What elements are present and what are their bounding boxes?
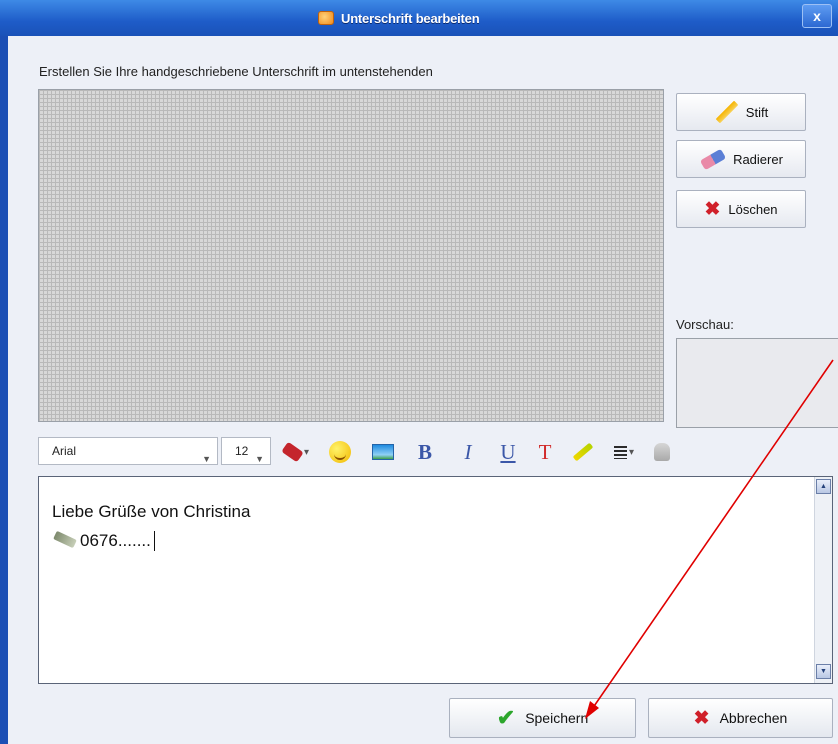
preview-label: Vorschau:	[676, 317, 734, 332]
close-button[interactable]: x	[802, 4, 832, 28]
clear-label: Löschen	[728, 201, 778, 217]
scroll-down-icon[interactable]: ▼	[816, 664, 831, 679]
insert-image-icon[interactable]	[371, 442, 395, 462]
phone-number-text: 0676.......	[80, 531, 151, 550]
preview-box	[676, 338, 838, 428]
save-label: Speichern	[525, 710, 589, 726]
align-icon[interactable]: ▾	[610, 442, 638, 462]
editor-line-1: Liebe Grüße von Christina	[52, 502, 251, 521]
clear-button[interactable]: ✖ Löschen	[676, 190, 806, 228]
chevron-down-icon: ▼	[255, 454, 264, 464]
editor-scrollbar[interactable]: ▲ ▼	[814, 477, 832, 683]
text-caret	[153, 531, 155, 551]
title-bar: Unterschrift bearbeiten x	[0, 0, 838, 36]
format-toolbar: Arial ▼ 12 ▼ ▾ B I U T ▾	[38, 434, 738, 468]
save-button[interactable]: ✔ Speichern	[449, 698, 636, 738]
signature-dialog: Unterschrift bearbeiten x Erstellen Sie …	[0, 0, 838, 744]
italic-icon[interactable]: I	[456, 440, 480, 464]
stamp-icon[interactable]	[652, 442, 672, 462]
cancel-button[interactable]: ✖ Abbrechen	[648, 698, 833, 738]
signature-text-editor[interactable]: Liebe Grüße von Christina 0676....... ▲ …	[38, 476, 833, 684]
scroll-up-icon[interactable]: ▲	[816, 479, 831, 494]
pencil-icon	[714, 100, 738, 124]
text-color-icon[interactable]: T	[533, 440, 557, 464]
dialog-title: Unterschrift bearbeiten	[341, 10, 480, 26]
window-border	[0, 36, 8, 744]
pen-button[interactable]: Stift	[676, 93, 806, 131]
red-x-icon: ✖	[693, 707, 710, 729]
font-size-select[interactable]: 12 ▼	[221, 437, 271, 465]
phone-icon[interactable]: ▾	[281, 441, 309, 463]
eraser-button[interactable]: Radierer	[676, 140, 806, 178]
font-size-value: 12	[235, 444, 249, 458]
pen-label: Stift	[745, 104, 769, 120]
font-value: Arial	[52, 444, 77, 458]
bold-icon[interactable]: B	[413, 440, 437, 464]
eraser-icon	[699, 150, 725, 168]
editor-line-2: 0676.......	[52, 531, 155, 551]
cancel-label: Abbrechen	[719, 710, 788, 726]
checkmark-icon: ✔	[496, 705, 516, 730]
eraser-label: Radierer	[733, 151, 783, 167]
mobile-phone-icon	[52, 535, 78, 547]
red-x-icon: ✖	[704, 198, 721, 220]
chevron-down-icon: ▼	[202, 454, 211, 464]
signature-canvas[interactable]	[38, 89, 664, 422]
highlighter-icon[interactable]	[569, 442, 597, 462]
smiley-icon[interactable]	[328, 441, 352, 463]
title-group: Unterschrift bearbeiten	[318, 8, 480, 28]
underline-icon[interactable]: U	[496, 440, 520, 464]
instructions-text: Erstellen Sie Ihre handgeschriebene Unte…	[39, 64, 433, 79]
font-select[interactable]: Arial ▼	[38, 437, 218, 465]
envelope-icon	[318, 11, 334, 25]
